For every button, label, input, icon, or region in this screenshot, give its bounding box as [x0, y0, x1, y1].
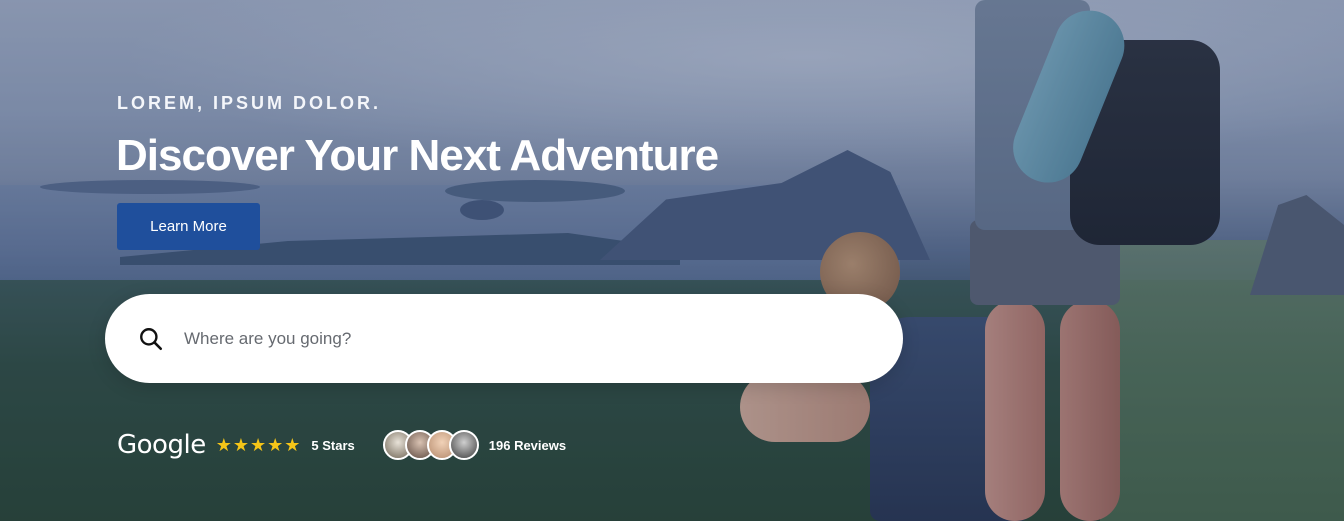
- hero-eyebrow: LOREM, IPSUM DOLOR.: [117, 93, 381, 113]
- hero-content: LOREM, IPSUM DOLOR. Discover Your Next A…: [0, 0, 1344, 521]
- star-icon: ★: [284, 434, 301, 455]
- star-icon: ★: [267, 434, 284, 455]
- reviews-count: 196 Reviews: [488, 437, 567, 453]
- google-logo: Google: [117, 430, 206, 460]
- hero-headline: Discover Your Next Adventure: [116, 131, 719, 180]
- star-icon: ★: [249, 434, 267, 455]
- star-rating: ★ ★ ★ ★ ★: [216, 435, 302, 456]
- avatar: [448, 430, 479, 460]
- reviewer-avatars: [382, 430, 479, 460]
- star-icon: ★: [232, 434, 249, 455]
- star-icon: ★: [215, 434, 232, 455]
- search-icon[interactable]: [138, 326, 164, 352]
- hero-section: LOREM, IPSUM DOLOR. Discover Your Next A…: [0, 0, 1344, 521]
- search-bar[interactable]: [105, 294, 903, 383]
- stars-label: 5 Stars: [311, 437, 355, 453]
- rating-row: Google ★ ★ ★ ★ ★ 5 Stars 196 Reviews: [117, 428, 566, 462]
- learn-more-button[interactable]: Learn More: [117, 203, 260, 250]
- search-input[interactable]: [182, 327, 836, 350]
